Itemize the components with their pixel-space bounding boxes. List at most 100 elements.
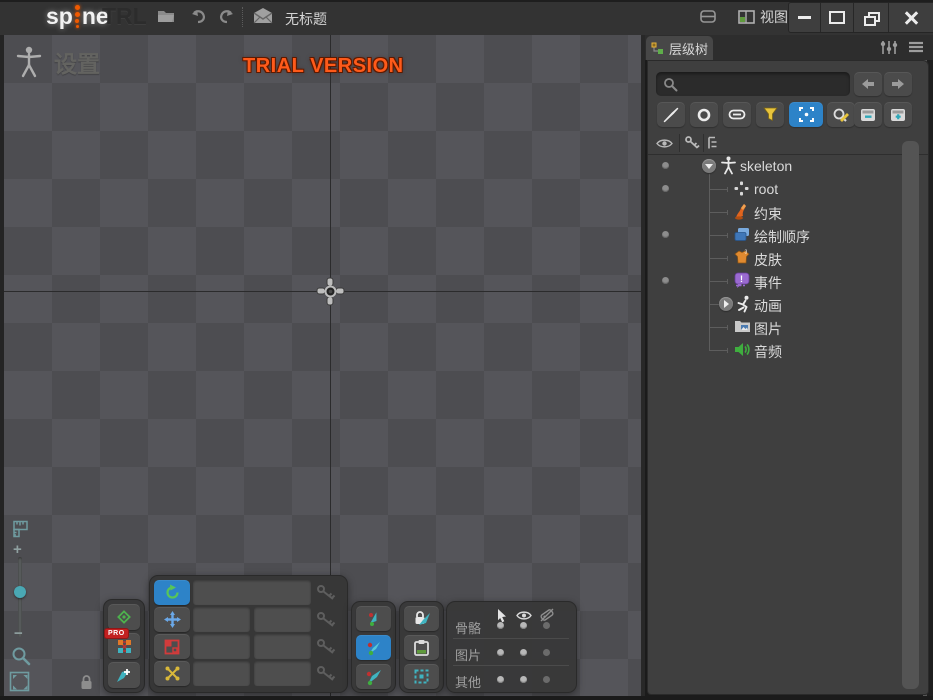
filter-bones-button[interactable]	[657, 102, 685, 127]
panel-menu-button[interactable]	[908, 41, 924, 53]
history-back-button[interactable]	[854, 72, 882, 96]
column-separator	[703, 134, 704, 152]
skins-icon: 3	[734, 249, 750, 265]
images-visible-dot[interactable]	[520, 649, 527, 656]
spine-window: sp ne TRL 无标题 视图 设置 TRIAL VERSION + − PR…	[0, 0, 933, 700]
edition-badge: TRL	[102, 3, 147, 29]
tree-row-dot[interactable]	[662, 277, 669, 284]
rotate-tool-button[interactable]	[154, 580, 190, 605]
zoom-out-label[interactable]: −	[14, 625, 23, 642]
scale-y-field[interactable]	[254, 634, 311, 659]
collapse-all-button[interactable]	[854, 102, 882, 127]
images-label-dot[interactable]	[543, 649, 550, 656]
shear-y-field[interactable]	[254, 661, 311, 686]
shear-key-button[interactable]	[316, 665, 336, 683]
select-column-icon	[495, 608, 509, 623]
translate-x-field[interactable]	[193, 607, 250, 632]
tree-stub-tick	[727, 187, 728, 192]
restore-icon	[864, 12, 880, 26]
shear-x-field[interactable]	[193, 661, 250, 686]
pose-tool-button[interactable]	[108, 604, 140, 630]
restore-button[interactable]	[854, 3, 889, 32]
undo-button[interactable]	[190, 9, 207, 25]
close-button[interactable]	[889, 3, 933, 32]
history-forward-button[interactable]	[884, 72, 912, 96]
filter-menu-button[interactable]	[756, 102, 784, 127]
create-tool-button[interactable]	[108, 662, 140, 688]
tree-row-dot[interactable]	[662, 162, 669, 169]
axes-parent-button[interactable]	[356, 635, 391, 660]
scale-key-button[interactable]	[316, 638, 336, 656]
panel-options-button[interactable]	[880, 40, 898, 55]
title-bar: sp ne TRL 无标题 视图	[0, 0, 933, 35]
tree-row-dot[interactable]	[662, 185, 669, 192]
tree-item-skeleton[interactable]: skeleton	[740, 158, 792, 174]
tree-item-skins[interactable]: 皮肤	[754, 250, 782, 270]
translate-key-button[interactable]	[316, 611, 336, 629]
filter-attachments-button[interactable]	[723, 102, 751, 127]
tree-scrollbar-thumb[interactable]	[902, 141, 919, 689]
tree-stub-tick	[727, 348, 728, 353]
tree-item-draw-order[interactable]: 绘制顺序	[754, 227, 810, 247]
filter-slots-button[interactable]	[690, 102, 718, 127]
grid-snap-button[interactable]	[404, 664, 439, 689]
ruler-toggle-button[interactable]	[10, 520, 28, 538]
tree-stub	[709, 189, 728, 190]
origin-marker	[316, 277, 345, 306]
translate-tool-button[interactable]	[154, 607, 190, 632]
clipboard-button[interactable]	[404, 635, 439, 660]
other-label-dot[interactable]	[543, 676, 550, 683]
close-icon	[904, 11, 918, 25]
other-visible-dot[interactable]	[520, 676, 527, 683]
spine-logo: sp ne	[46, 3, 109, 30]
shear-tool-button[interactable]	[154, 661, 190, 686]
minimize-button[interactable]	[789, 3, 821, 32]
search-edit-button[interactable]	[827, 102, 855, 127]
zoom-slider-thumb[interactable]	[14, 586, 26, 598]
tree-item-constraints[interactable]: 约束	[754, 204, 782, 224]
expand-all-button[interactable]	[884, 102, 912, 127]
fit-view-button[interactable]	[9, 671, 30, 692]
mail-button[interactable]	[253, 8, 273, 24]
tree-item-animations[interactable]: 动画	[754, 296, 782, 316]
tree-search-input[interactable]	[656, 72, 850, 96]
focus-selection-button[interactable]	[789, 102, 823, 127]
bones-select-dot[interactable]	[497, 622, 504, 629]
skeleton-expander[interactable]	[702, 159, 716, 173]
compensate-lock-button[interactable]	[404, 606, 439, 631]
zoom-tool-button[interactable]	[11, 646, 31, 666]
zoom-in-label[interactable]: +	[13, 541, 22, 558]
animations-expander[interactable]	[719, 297, 733, 311]
compact-mode-button[interactable]	[700, 10, 716, 23]
tree-column-icon[interactable]	[708, 136, 724, 150]
open-project-button[interactable]	[157, 9, 175, 24]
other-select-dot[interactable]	[497, 676, 504, 683]
visibility-column-icon[interactable]	[656, 138, 673, 149]
bones-visible-dot[interactable]	[520, 622, 527, 629]
maximize-button[interactable]	[821, 3, 854, 32]
tree-item-root[interactable]: root	[754, 181, 778, 197]
rotate-key-button[interactable]	[316, 584, 336, 602]
rotate-value-field[interactable]	[193, 580, 311, 605]
tree-stub-tick	[727, 325, 728, 330]
scale-x-field[interactable]	[193, 634, 250, 659]
axes-world-button[interactable]	[356, 664, 391, 689]
tree-stub-tick	[727, 279, 728, 284]
search-icon	[663, 77, 678, 92]
lock-view-icon[interactable]	[80, 675, 93, 690]
redo-button[interactable]	[218, 9, 235, 25]
toolbar-separator	[242, 7, 243, 27]
tree-item-images[interactable]: 图片	[754, 319, 782, 339]
key-column-icon[interactable]	[684, 135, 700, 151]
translate-y-field[interactable]	[254, 607, 311, 632]
images-select-dot[interactable]	[497, 649, 504, 656]
bones-label-dot[interactable]	[543, 622, 550, 629]
scale-tool-button[interactable]	[154, 634, 190, 659]
tree-item-audio[interactable]: 音频	[754, 342, 782, 362]
tree-item-events[interactable]: 事件	[754, 273, 782, 293]
tree-columns-header	[648, 132, 928, 155]
tab-hierarchy-tree[interactable]: 层级树	[646, 36, 713, 60]
panel-divider[interactable]	[641, 35, 645, 696]
tree-row-dot[interactable]	[662, 231, 669, 238]
axes-local-button[interactable]	[356, 606, 391, 631]
